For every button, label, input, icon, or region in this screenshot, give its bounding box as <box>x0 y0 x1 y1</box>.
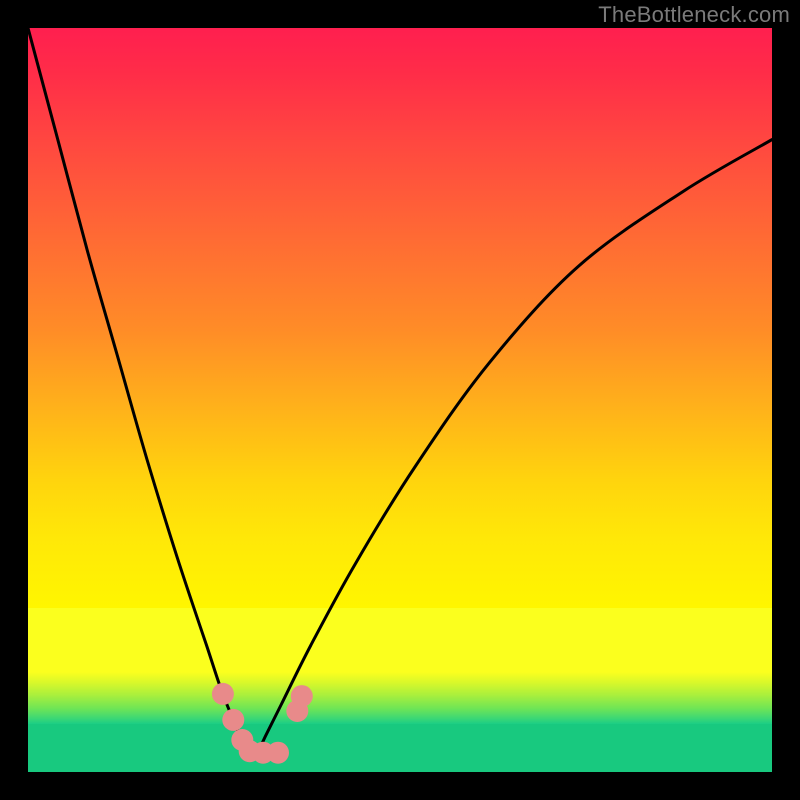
curve-layer <box>28 28 772 772</box>
plot-area <box>28 28 772 772</box>
dot-right-2 <box>291 685 313 707</box>
chart-frame: TheBottleneck.com <box>0 0 800 800</box>
marker-group <box>212 683 313 764</box>
dot-left-1 <box>212 683 234 705</box>
watermark-text: TheBottleneck.com <box>598 2 790 28</box>
dot-left-2 <box>222 709 244 731</box>
bottleneck-curve <box>28 28 772 754</box>
dot-bottom-3 <box>267 742 289 764</box>
